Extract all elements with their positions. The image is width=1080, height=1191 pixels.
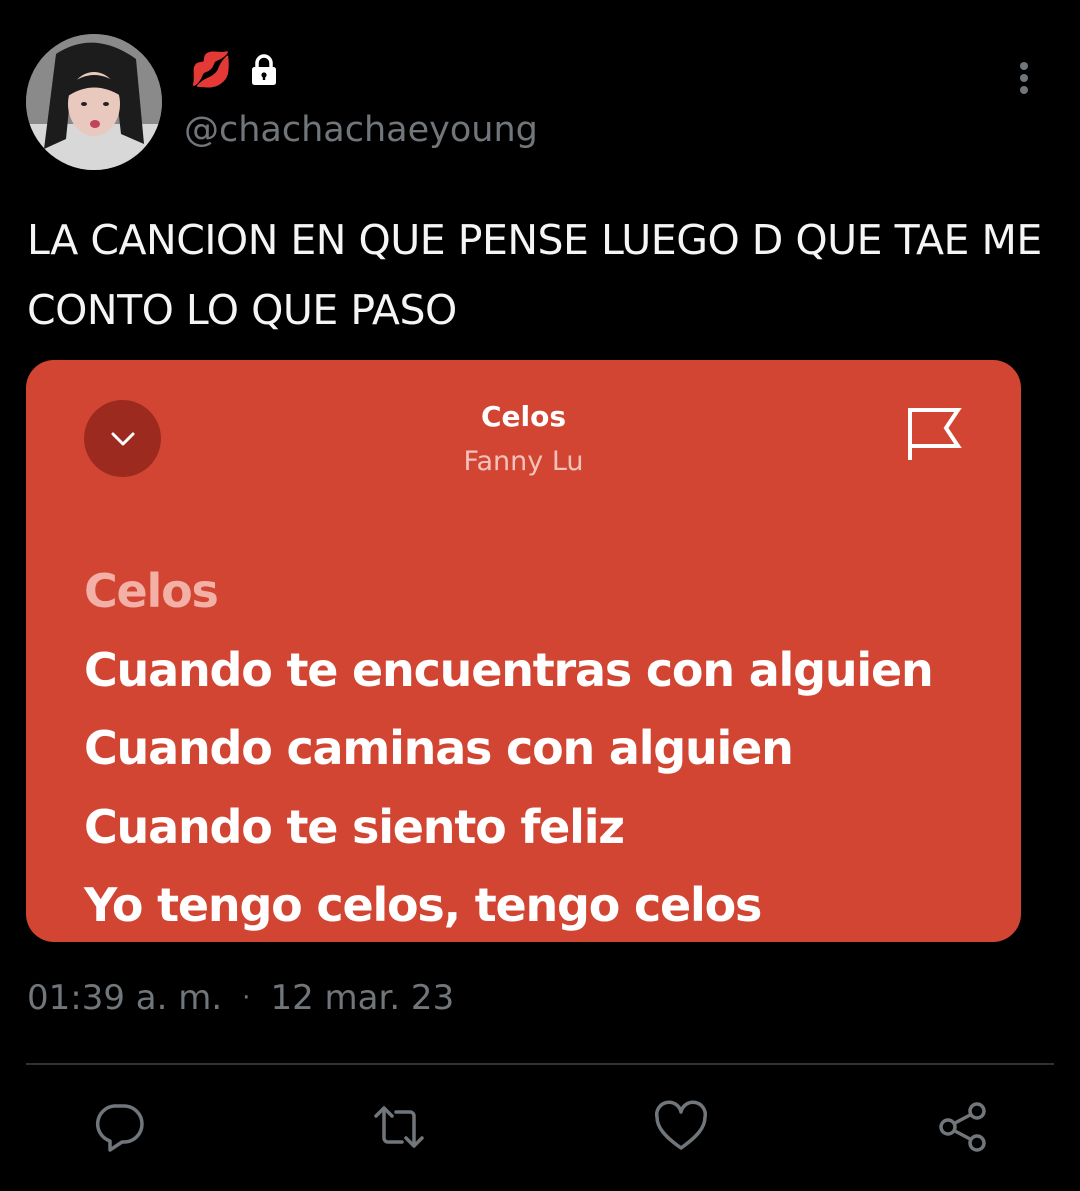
reply-icon — [95, 1104, 144, 1152]
divider — [26, 1063, 1054, 1065]
lyric-line: Yo tengo celos, tengo celos — [84, 878, 762, 932]
reply-button[interactable] — [92, 1100, 146, 1154]
retweet-icon — [374, 1106, 424, 1148]
tweet-time[interactable]: 01:39 a. m. — [27, 978, 222, 1018]
meta-separator: · — [242, 983, 251, 1013]
tweet-text: LA CANCION EN QUE PENSE LUEGO D QUE TAE … — [27, 216, 1042, 334]
song-artist: Fanny Lu — [463, 446, 584, 477]
song-title: Celos — [480, 400, 567, 433]
like-button[interactable] — [654, 1100, 708, 1154]
share-button[interactable] — [936, 1100, 990, 1154]
flag-icon[interactable] — [904, 404, 964, 464]
avatar[interactable] — [26, 34, 162, 170]
author-handle[interactable]: @chachachaeyoung — [184, 110, 538, 150]
like-icon — [655, 1100, 707, 1150]
tweet-meta: 01:39 a. m. · 12 mar. 23 — [27, 978, 454, 1018]
lyric-line: Cuando te encuentras con alguien — [84, 642, 934, 697]
share-icon — [939, 1102, 986, 1152]
lyrics-card[interactable]: Celos Fanny Lu Celos Cuando te encuentra… — [26, 360, 1021, 942]
kiss-emoji: 💋 — [190, 50, 233, 90]
tweet-date[interactable]: 12 mar. 23 — [270, 978, 454, 1018]
lyric-line: Cuando caminas con alguien — [84, 721, 794, 775]
avatar-image — [26, 34, 162, 170]
lyric-line: Celos — [84, 564, 219, 618]
lyric-line: Cuando te siento feliz — [84, 799, 625, 854]
lock-icon — [252, 54, 277, 85]
more-icon[interactable] — [1004, 58, 1044, 98]
retweet-button[interactable] — [372, 1100, 426, 1154]
lyrics: Celos Cuando te encuentras con alguien C… — [84, 552, 934, 942]
